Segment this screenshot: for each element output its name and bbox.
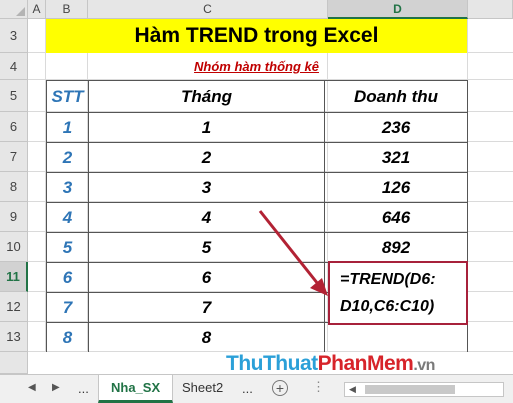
row-header-3[interactable]: 3 [0,19,28,53]
sheet-tab-bar: ◀ ▶ ... Nha_SX Sheet2 ... + ⋮ ◀ [0,374,513,403]
scrollbar-thumb[interactable] [365,385,455,394]
select-all-corner[interactable] [0,0,28,19]
row-header-12[interactable]: 12 [0,292,28,322]
tab-sheet2[interactable]: Sheet2 [170,375,235,403]
scroll-left-arrow-icon[interactable]: ◀ [349,384,356,395]
options-icon[interactable]: ⋮ [312,379,325,395]
add-sheet-button[interactable]: + [272,380,288,396]
cell-grid[interactable]: Hàm TREND trong Excel Nhóm hàm thống kê … [28,19,513,352]
column-header-d[interactable]: D [328,0,468,19]
row-header-11[interactable]: 11 [0,262,28,292]
row-header-10[interactable]: 10 [0,232,28,262]
tabs-ellipsis-left[interactable]: ... [78,381,89,396]
column-header-b[interactable]: B [46,0,88,19]
formula-line-2: D10,C6:C10) [340,298,435,315]
formula-line-1: =TREND(D6: [340,271,436,288]
row-header-14[interactable] [0,352,28,374]
column-header-e[interactable] [468,0,513,19]
row-header-5[interactable]: 5 [0,80,28,112]
tabs-ellipsis-right[interactable]: ... [242,381,253,396]
row-header-8[interactable]: 8 [0,172,28,202]
row-header-4[interactable]: 4 [0,53,28,80]
column-header-c[interactable]: C [88,0,328,19]
horizontal-scrollbar[interactable]: ◀ [344,382,504,397]
scroll-left-icon[interactable]: ◀ [28,382,36,393]
watermark-logo: ThuThuatPhanMem.vn [226,352,435,375]
row-header-13[interactable]: 13 [0,322,28,352]
formula-cell-d11[interactable]: =TREND(D6: D10,C6:C10) [328,261,468,325]
row-header-6[interactable]: 6 [0,112,28,142]
row-header-7[interactable]: 7 [0,142,28,172]
column-header-a[interactable]: A [28,0,46,19]
row-header-9[interactable]: 9 [0,202,28,232]
tab-nha-sx[interactable]: Nha_SX [98,375,174,403]
scroll-right-icon[interactable]: ▶ [52,382,60,393]
